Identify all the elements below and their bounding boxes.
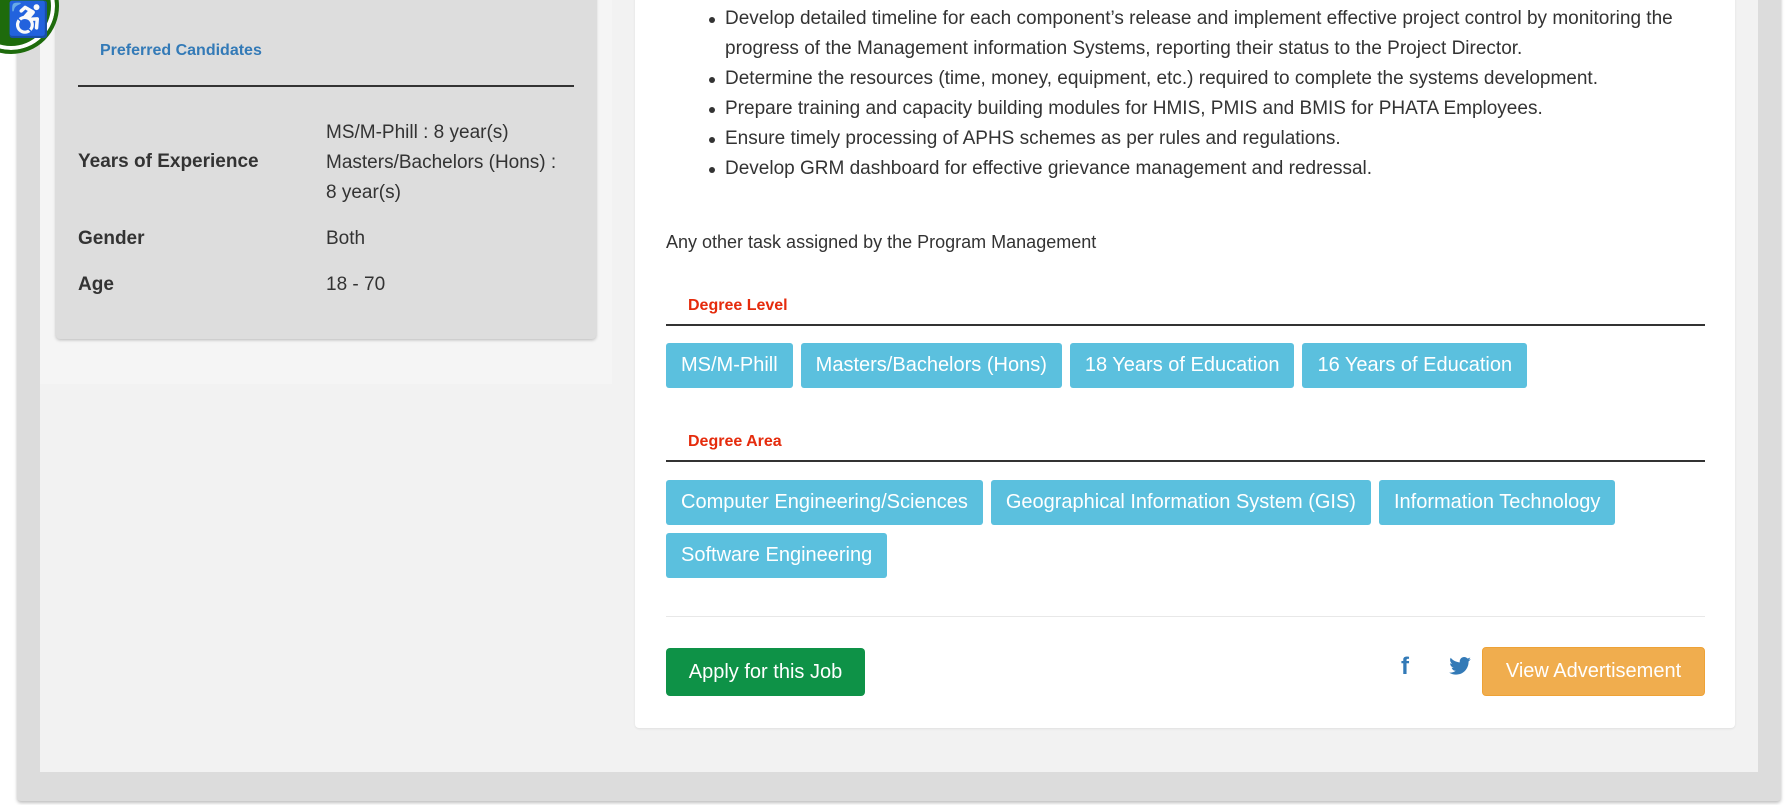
divider [666,460,1705,462]
degree-tag: MS/M-Phill [666,343,793,388]
preferred-candidates-heading: Preferred Candidates [100,42,262,59]
divider [666,616,1705,617]
age-value: 18 - 70 [326,274,386,295]
degree-tag: Masters/Bachelors (Hons) [800,343,1062,388]
apply-button[interactable]: Apply for this Job [666,648,865,696]
degree-area-tag: Software Engineering [666,533,888,578]
degree-area-heading: Degree Area [688,433,782,450]
experience-line: Masters/Bachelors (Hons) : [326,152,557,173]
degree-area-tag: Computer Engineering/Sciences [666,480,983,525]
degree-level-heading: Degree Level [688,297,788,314]
twitter-share-icon[interactable] [1449,657,1471,675]
list-item: Develop GRM dashboard for effective grie… [709,154,1715,184]
divider [78,85,574,87]
experience-line: MS/M-Phill : 8 year(s) [326,122,509,143]
view-advertisement-button[interactable]: View Advertisement [1482,647,1705,696]
gender-label: Gender [78,228,145,249]
experience-line: 8 year(s) [326,182,401,203]
gender-value: Both [326,228,366,249]
degree-tag: 18 Years of Education [1069,343,1295,388]
degree-tag: 16 Years of Education [1302,343,1528,388]
other-task-text: Any other task assigned by the Program M… [666,232,1097,252]
degree-level-tags: MS/M-Phill Masters/Bachelors (Hons) 18 Y… [666,343,1711,388]
experience-value: MS/M-Phill : 8 year(s) Masters/Bachelors… [326,118,586,208]
list-item: Ensure timely processing of APHS schemes… [709,124,1715,154]
degree-area-tags: Computer Engineering/Sciences Geographic… [666,480,1711,578]
age-label: Age [78,274,114,295]
degree-area-tag: Geographical Information System (GIS) [990,480,1371,525]
divider [666,324,1705,326]
list-item: Determine the resources (time, money, eq… [709,64,1715,94]
experience-label: Years of Experience [78,151,259,172]
degree-area-tag: Information Technology [1378,480,1616,525]
facebook-share-icon[interactable]: f [1401,653,1409,681]
responsibilities-list: Develop detailed timeline for each compo… [709,4,1715,184]
list-item: Prepare training and capacity building m… [709,94,1715,124]
list-item: Develop detailed timeline for each compo… [709,4,1715,64]
